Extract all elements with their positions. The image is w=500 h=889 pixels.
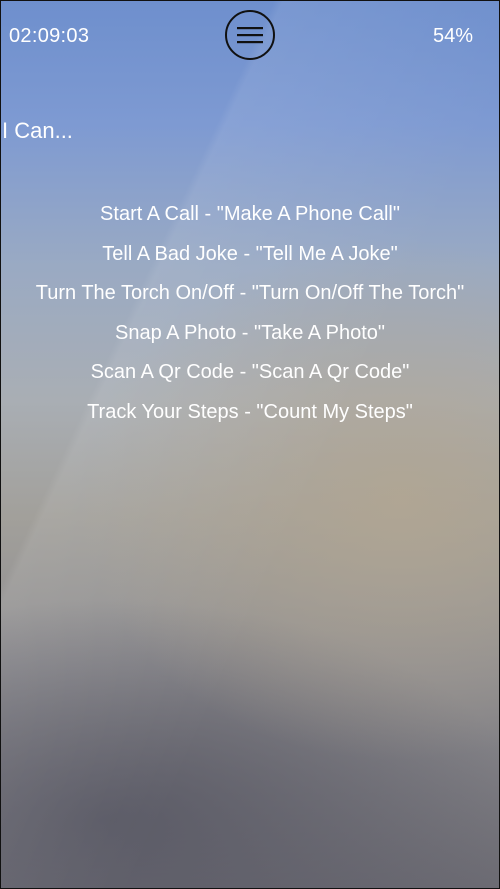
assistant-screen: 02:09:03 54% I Can... Start A Call - "Ma… [0, 0, 500, 889]
command-item-qr-code: Scan A Qr Code - "Scan A Qr Code" [90, 361, 410, 384]
command-item-joke: Tell A Bad Joke - "Tell Me A Joke" [102, 242, 398, 265]
hamburger-menu-icon [237, 27, 263, 44]
command-item-torch: Turn The Torch On/Off - "Turn On/Off The… [35, 282, 465, 305]
screen-border [0, 0, 500, 889]
menu-button[interactable] [225, 10, 275, 60]
command-item-photo: Snap A Photo - "Take A Photo" [115, 321, 385, 344]
background-sheen [0, 0, 500, 889]
command-list: Start A Call - "Make A Phone Call" Tell … [0, 201, 500, 439]
command-item-call: Start A Call - "Make A Phone Call" [100, 203, 400, 225]
command-item-steps: Track Your Steps - "Count My Steps" [87, 400, 413, 423]
page-heading: I Can... [2, 118, 73, 143]
clock-time: 02:09:03 [9, 25, 90, 47]
battery-level: 54% [432, 25, 473, 47]
